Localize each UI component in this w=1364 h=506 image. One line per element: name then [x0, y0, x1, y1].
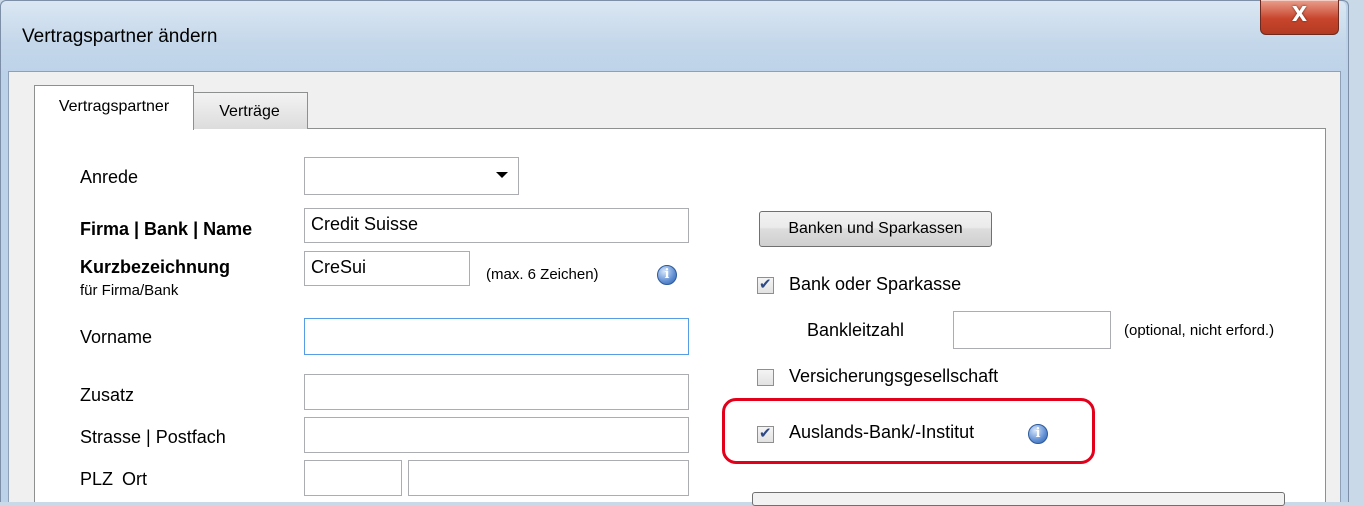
- plz-label: PLZ: [80, 469, 114, 489]
- strasse-label: Strasse | Postfach: [80, 427, 226, 447]
- partial-bottom-control[interactable]: [752, 492, 1285, 506]
- tab-vertragspartner[interactable]: Vertragspartner: [34, 85, 194, 130]
- vorname-input[interactable]: [304, 318, 689, 355]
- bank-checkbox[interactable]: [757, 275, 774, 294]
- tab-vertraege-label: Verträge: [219, 103, 280, 120]
- firma-label: Firma | Bank | Name: [80, 219, 253, 239]
- tab-vertragspartner-label: Vertragspartner: [58, 98, 170, 115]
- tab-vertraege[interactable]: Verträge: [191, 92, 308, 129]
- close-icon: X: [1291, 2, 1308, 26]
- firma-input[interactable]: Credit Suisse: [304, 208, 689, 243]
- ort-label: Ort: [122, 469, 147, 489]
- zusatz-input[interactable]: [304, 374, 689, 410]
- bank-checkbox-label: Bank oder Sparkasse: [789, 274, 962, 294]
- versicherung-checkbox[interactable]: [757, 369, 774, 386]
- anrede-select[interactable]: [304, 157, 519, 195]
- plz-input[interactable]: [304, 460, 402, 496]
- info-icon[interactable]: [657, 265, 677, 285]
- kurzbezeichnung-input[interactable]: CreSui: [304, 251, 470, 286]
- kurzbezeichnung-hint: (max. 6 Zeichen): [486, 266, 599, 283]
- versicherung-checkbox-label: Versicherungsgesellschaft: [789, 366, 999, 386]
- red-highlight-annotation: [722, 398, 1095, 464]
- window-title: Vertragspartner ändern: [22, 26, 218, 47]
- kurzbezeichnung-label: Kurzbezeichnung: [80, 257, 231, 277]
- strasse-input[interactable]: [304, 417, 689, 453]
- anrede-label: Anrede: [80, 167, 139, 187]
- vorname-label: Vorname: [80, 327, 153, 347]
- ort-input[interactable]: [408, 460, 689, 496]
- kurzbezeichnung-sublabel: für Firma/Bank: [80, 282, 179, 299]
- zusatz-label: Zusatz: [80, 385, 135, 405]
- dropdown-arrow-icon[interactable]: [496, 172, 508, 178]
- bankleitzahl-hint: (optional, nicht erford.): [1124, 322, 1275, 339]
- banken-sparkassen-button[interactable]: Banken und Sparkassen: [759, 211, 992, 247]
- close-button[interactable]: X: [1260, 0, 1339, 35]
- bankleitzahl-input[interactable]: [953, 311, 1111, 349]
- bankleitzahl-label: Bankleitzahl: [807, 320, 905, 340]
